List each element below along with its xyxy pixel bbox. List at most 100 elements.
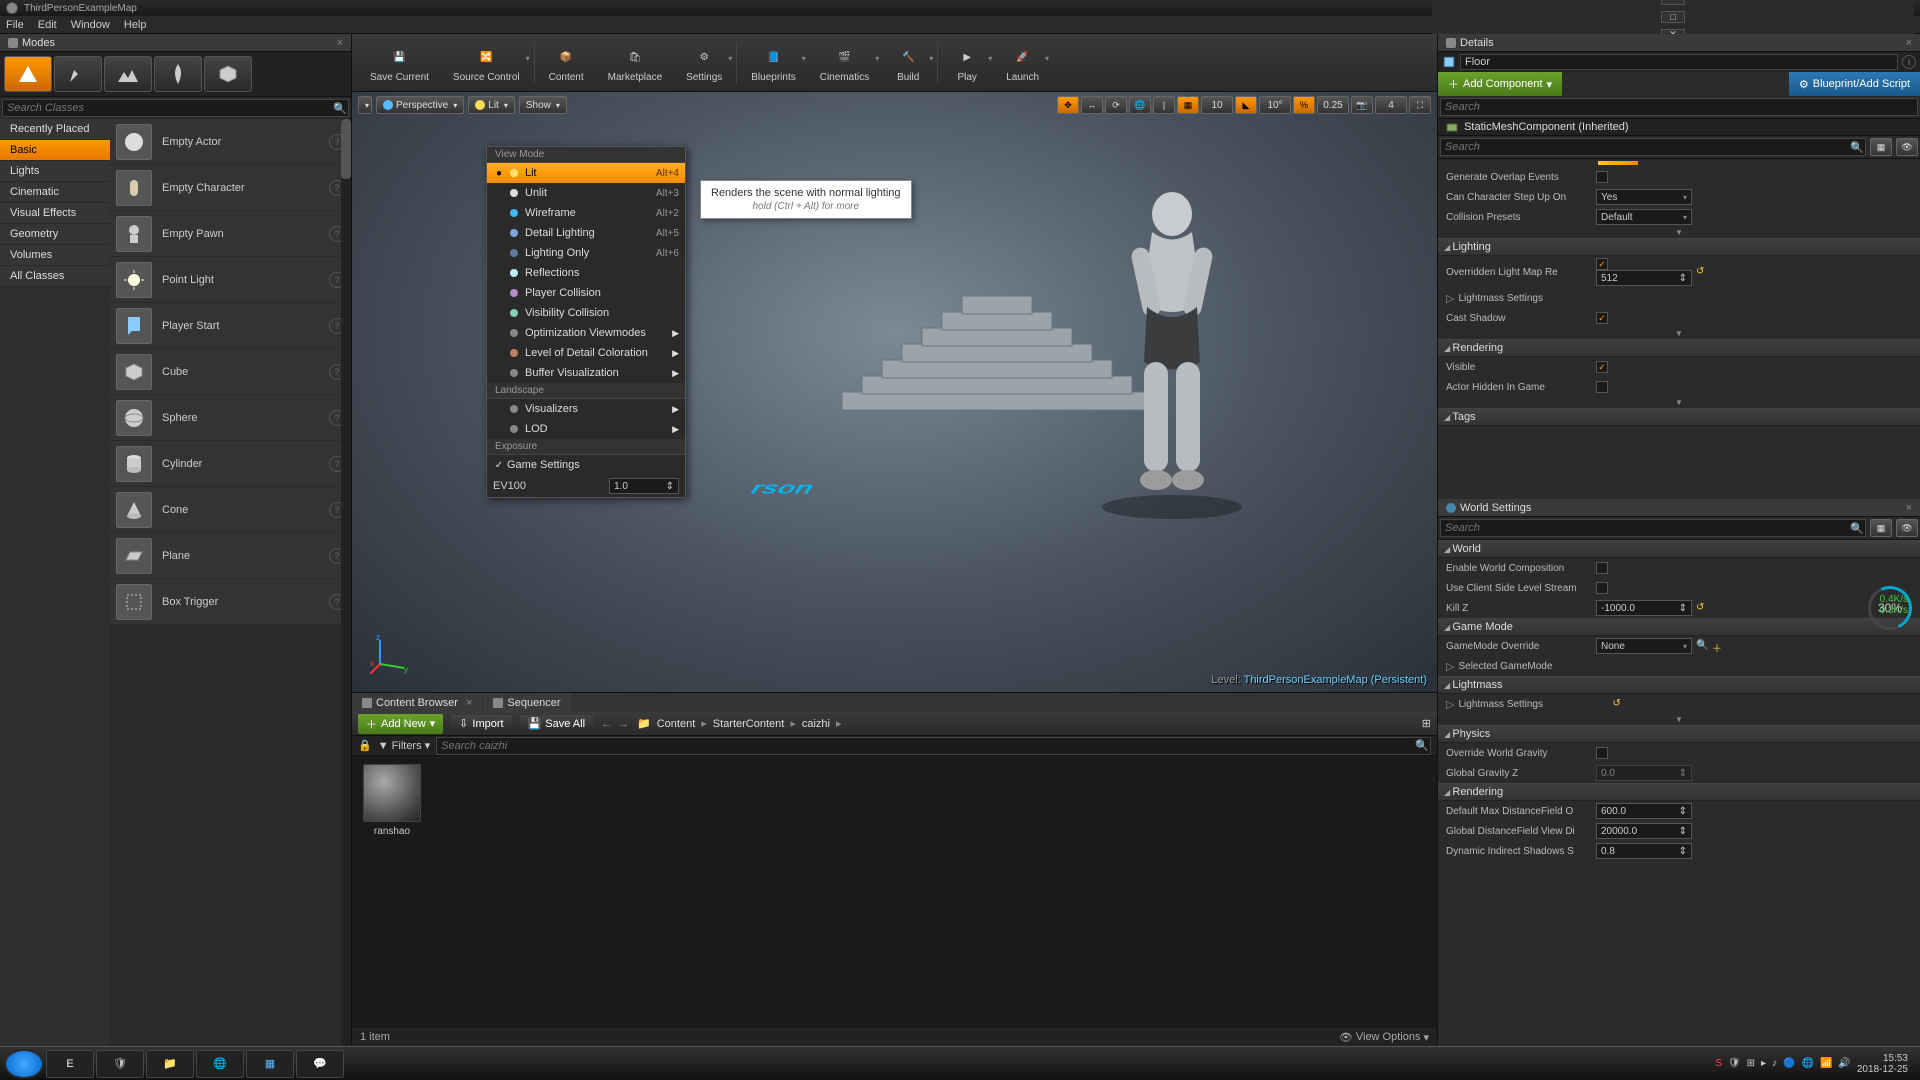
- angle-snap-button[interactable]: ◣: [1235, 96, 1257, 114]
- transform-select-button[interactable]: ✥: [1057, 96, 1079, 114]
- dd-item-level-of-detail-coloration[interactable]: Level of Detail Coloration▶: [487, 343, 685, 363]
- expand-arrow[interactable]: ▼: [1438, 714, 1920, 725]
- details-search-input[interactable]: 🔍: [1440, 138, 1866, 156]
- reset-icon[interactable]: ↺: [1696, 266, 1708, 278]
- checkbox[interactable]: [1596, 258, 1608, 270]
- prop-label[interactable]: Lightmass Settings: [1458, 293, 1608, 304]
- checkbox[interactable]: [1596, 312, 1608, 324]
- actor-row[interactable]: Empty Actor?: [110, 119, 351, 165]
- prop-section[interactable]: Lighting: [1438, 238, 1920, 256]
- paint-mode-button[interactable]: [54, 56, 102, 92]
- dd-item-buffer-visualization[interactable]: Buffer Visualization▶: [487, 363, 685, 383]
- actor-scrollbar[interactable]: [341, 119, 351, 1046]
- number-input[interactable]: 0.8⇕: [1596, 843, 1692, 859]
- perspective-button[interactable]: Perspective: [376, 96, 464, 114]
- nav-forward-button[interactable]: →: [618, 718, 629, 730]
- dd-item-lod[interactable]: LOD▶: [487, 419, 685, 439]
- taskbar-app-5[interactable]: ▦: [246, 1050, 294, 1078]
- number-input[interactable]: 0.0⇕: [1596, 765, 1692, 781]
- actor-row[interactable]: Cone?: [110, 487, 351, 533]
- add-new-button[interactable]: ＋ Add New ▾: [358, 714, 443, 734]
- cat-volumes[interactable]: Volumes: [0, 245, 110, 266]
- actor-row[interactable]: Plane?: [110, 533, 351, 579]
- dropdown[interactable]: None: [1596, 638, 1692, 654]
- cat-geometry[interactable]: Geometry: [0, 224, 110, 245]
- reset-icon[interactable]: ↺: [1612, 698, 1624, 710]
- actor-row[interactable]: Box Trigger?: [110, 579, 351, 625]
- nav-back-button[interactable]: ←: [601, 718, 612, 730]
- camera-speed-button[interactable]: 📷: [1351, 96, 1373, 114]
- component-search-input[interactable]: [1440, 98, 1918, 116]
- menu-help[interactable]: Help: [124, 19, 147, 31]
- actor-row[interactable]: Point Light?: [110, 257, 351, 303]
- blueprint-add-script-button[interactable]: ⚙ Blueprint/Add Script: [1789, 72, 1920, 96]
- crumb-caizhi[interactable]: caizhi: [802, 718, 830, 730]
- tray-icon[interactable]: ⊞: [1747, 1058, 1755, 1069]
- tray-icon[interactable]: ♪: [1772, 1058, 1777, 1069]
- asset-grid[interactable]: ranshao: [352, 756, 1437, 1028]
- info-icon[interactable]: i: [1902, 55, 1916, 69]
- import-button[interactable]: ⇩ Import: [451, 715, 511, 732]
- angle-snap-value[interactable]: 10°: [1259, 96, 1291, 114]
- toolbar-build[interactable]: 🔨Build▾: [881, 40, 935, 85]
- tab-sequencer[interactable]: Sequencer: [483, 693, 570, 712]
- prop-section[interactable]: Game Mode: [1438, 618, 1920, 636]
- dropdown[interactable]: Yes: [1596, 189, 1692, 205]
- tray-icon[interactable]: 🌐: [1801, 1058, 1813, 1069]
- toolbar-blueprints[interactable]: 📘Blueprints▾: [739, 40, 807, 85]
- reset-icon[interactable]: ↺: [1696, 602, 1708, 614]
- maximize-viewport-button[interactable]: ⛶: [1409, 96, 1431, 114]
- add-component-button[interactable]: ＋ Add Component ▾: [1438, 72, 1562, 96]
- tray-icon[interactable]: 📶: [1820, 1058, 1832, 1069]
- filters-button[interactable]: ▼ Filters ▾: [378, 739, 430, 752]
- crumb-content[interactable]: Content: [657, 718, 696, 730]
- search-classes-input[interactable]: 🔍: [2, 99, 349, 117]
- save-all-button[interactable]: 💾 Save All: [520, 715, 593, 732]
- prop-section[interactable]: Lightmass: [1438, 676, 1920, 694]
- toolbar-play[interactable]: ▶Play▾: [940, 40, 994, 85]
- actor-row[interactable]: Cube?: [110, 349, 351, 395]
- cat-visual-effects[interactable]: Visual Effects: [0, 203, 110, 224]
- lit-button[interactable]: Lit: [468, 96, 515, 114]
- checkbox[interactable]: [1596, 582, 1608, 594]
- actor-row[interactable]: Cylinder?: [110, 441, 351, 487]
- checkbox[interactable]: [1596, 361, 1608, 373]
- geometry-mode-button[interactable]: [204, 56, 252, 92]
- prop-label[interactable]: Lightmass Settings: [1458, 699, 1608, 710]
- component-tree-item[interactable]: StaticMeshComponent (Inherited): [1438, 119, 1920, 136]
- tab-close-icon[interactable]: ×: [466, 697, 472, 709]
- toolbar-content[interactable]: 📦Content: [537, 40, 596, 85]
- new-icon[interactable]: ＋: [1712, 640, 1724, 652]
- taskbar-app-6[interactable]: 💬: [296, 1050, 344, 1078]
- expand-arrow[interactable]: ▼: [1438, 227, 1920, 238]
- dropdown[interactable]: Default: [1596, 209, 1692, 225]
- show-button[interactable]: Show: [519, 96, 567, 114]
- dd-item-visualizers[interactable]: Visualizers▶: [487, 399, 685, 419]
- dd-item-unlit[interactable]: UnlitAlt+3: [487, 183, 685, 203]
- dd-item-optimization-viewmodes[interactable]: Optimization Viewmodes▶: [487, 323, 685, 343]
- prop-section[interactable]: Rendering: [1438, 783, 1920, 801]
- number-input[interactable]: 20000.0⇕: [1596, 823, 1692, 839]
- camera-speed-value[interactable]: 4: [1375, 96, 1407, 114]
- scale-snap-button[interactable]: %: [1293, 96, 1315, 114]
- ev100-input[interactable]: 1.0⇕: [609, 478, 679, 494]
- viewport-options-button[interactable]: [358, 96, 372, 114]
- dd-item-lighting-only[interactable]: Lighting OnlyAlt+6: [487, 243, 685, 263]
- transform-scale-button[interactable]: 🌐: [1129, 96, 1151, 114]
- crumb-startercontent[interactable]: StarterContent: [713, 718, 785, 730]
- property-matrix-button[interactable]: ▦: [1870, 519, 1892, 537]
- checkbox[interactable]: [1596, 747, 1608, 759]
- checkbox[interactable]: [1596, 381, 1608, 393]
- tray-icon[interactable]: 🛡: [1728, 1058, 1741, 1069]
- toolbar-source-control[interactable]: 🔀Source Control▾: [441, 40, 532, 85]
- number-input[interactable]: 512⇕: [1596, 270, 1692, 286]
- dd-item-detail-lighting[interactable]: Detail LightingAlt+5: [487, 223, 685, 243]
- taskbar-app-3[interactable]: 📁: [146, 1050, 194, 1078]
- dd-item-visibility-collision[interactable]: Visibility Collision: [487, 303, 685, 323]
- world-settings-tab[interactable]: World Settings×: [1438, 499, 1920, 517]
- cat-recently-placed[interactable]: Recently Placed: [0, 119, 110, 140]
- tray-volume-icon[interactable]: 🔊: [1838, 1058, 1850, 1069]
- number-input[interactable]: 600.0⇕: [1596, 803, 1692, 819]
- dd-item-lit[interactable]: ●LitAlt+4: [487, 163, 685, 183]
- toolbar-settings[interactable]: ⚙Settings▾: [674, 40, 734, 85]
